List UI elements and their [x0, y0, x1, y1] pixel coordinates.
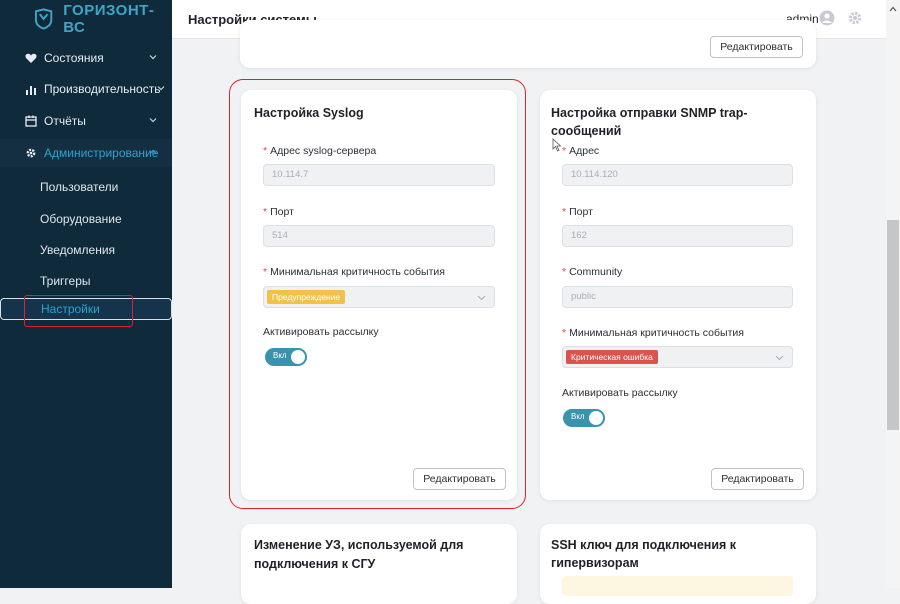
heart-icon [24, 51, 38, 65]
sidebar-item-administration[interactable]: Администрирование [0, 139, 172, 167]
syslog-highlight-frame [229, 79, 526, 509]
sidebar: ГОРИЗОНТ-ВС Состояния Производительность… [0, 0, 172, 588]
chevron-down-icon [149, 118, 157, 123]
sidebar-item-states[interactable]: Состояния [0, 44, 172, 72]
field-label-text: Адрес [569, 145, 600, 157]
field-label: * Адрес [562, 145, 600, 157]
scroll-up-arrow-icon[interactable] [889, 6, 897, 12]
edit-button[interactable]: Редактировать [711, 468, 804, 490]
bar-chart-icon [24, 82, 38, 96]
field-label-text: Порт [569, 206, 593, 218]
field-label: Активировать рассылку [562, 387, 678, 399]
field-label-text: Минимальная критичность события [569, 327, 744, 339]
scrollbar[interactable] [886, 0, 900, 588]
brand[interactable]: ГОРИЗОНТ-ВС [0, 0, 172, 38]
shield-logo-icon [34, 8, 53, 30]
chevron-down-icon [149, 55, 157, 60]
sidebar-item-performance[interactable]: Производительность [0, 75, 172, 103]
brand-name: ГОРИЗОНТ-ВС [63, 2, 155, 36]
field-label: * Минимальная критичность события [562, 327, 744, 339]
mouse-cursor-icon [552, 138, 562, 152]
sidebar-subitem-label: Уведомления [40, 243, 116, 257]
snmp-severity-select[interactable]: Критическая ошибка [562, 346, 793, 368]
ssh-key-card: SSH ключ для подключения к гипервизорам [540, 524, 816, 604]
snmp-community-input[interactable]: public [562, 286, 793, 308]
toggle-label: Вкл [571, 412, 585, 421]
toggle-knob [589, 411, 603, 425]
card-title-line1: Изменение УЗ, используемой для [254, 538, 464, 552]
card-title-line2: подключения к СГУ [254, 557, 376, 571]
sidebar-subitem-triggers[interactable]: Триггеры [0, 267, 172, 295]
chevron-up-icon [149, 149, 157, 154]
field-label: * Порт [562, 206, 593, 218]
ssh-key-field[interactable] [562, 576, 793, 596]
settings-highlight-frame [24, 295, 133, 327]
account-change-card: Изменение УЗ, используемой для подключен… [241, 524, 517, 604]
sidebar-item-label: Администрирование [44, 146, 159, 160]
chevron-down-icon [157, 86, 165, 91]
user-avatar-icon[interactable] [819, 10, 835, 26]
card-title: SSH ключ для подключения к гипервизорам [551, 538, 737, 570]
sidebar-subitem-notifications[interactable]: Уведомления [0, 236, 172, 264]
sidebar-subitem-label: Оборудование [40, 212, 122, 226]
chevron-down-icon [775, 355, 784, 361]
snmp-port-input[interactable]: 162 [562, 225, 793, 247]
gear-icon [24, 146, 38, 160]
snmp-enable-toggle[interactable]: Вкл [563, 409, 605, 427]
scrollbar-thumb[interactable] [887, 220, 899, 430]
calendar-icon [24, 114, 38, 128]
sidebar-item-label: Производительность [44, 82, 161, 96]
settings-gear-icon[interactable] [847, 10, 863, 26]
field-label: * Community [562, 266, 623, 278]
snmp-address-input[interactable]: 10.114.120 [562, 164, 793, 186]
sidebar-item-reports[interactable]: Отчёты [0, 107, 172, 135]
sidebar-subitem-equipment[interactable]: Оборудование [0, 205, 172, 233]
sidebar-subitem-label: Триггеры [40, 274, 91, 288]
sidebar-item-label: Состояния [44, 51, 104, 65]
field-label-text: Community [569, 266, 623, 278]
sidebar-item-label: Отчёты [44, 114, 86, 128]
sidebar-subitem-label: Пользователи [40, 180, 119, 194]
edit-button[interactable]: Редактировать [710, 36, 803, 58]
snmp-card: Настройка отправки SNMP trap-сообщений *… [540, 90, 816, 500]
card-title: Настройка отправки SNMP trap-сообщений [551, 106, 748, 138]
settings-card-top: Редактировать [240, 20, 816, 68]
severity-tag: Критическая ошибка [566, 350, 658, 364]
sidebar-subitem-users[interactable]: Пользователи [0, 173, 172, 201]
